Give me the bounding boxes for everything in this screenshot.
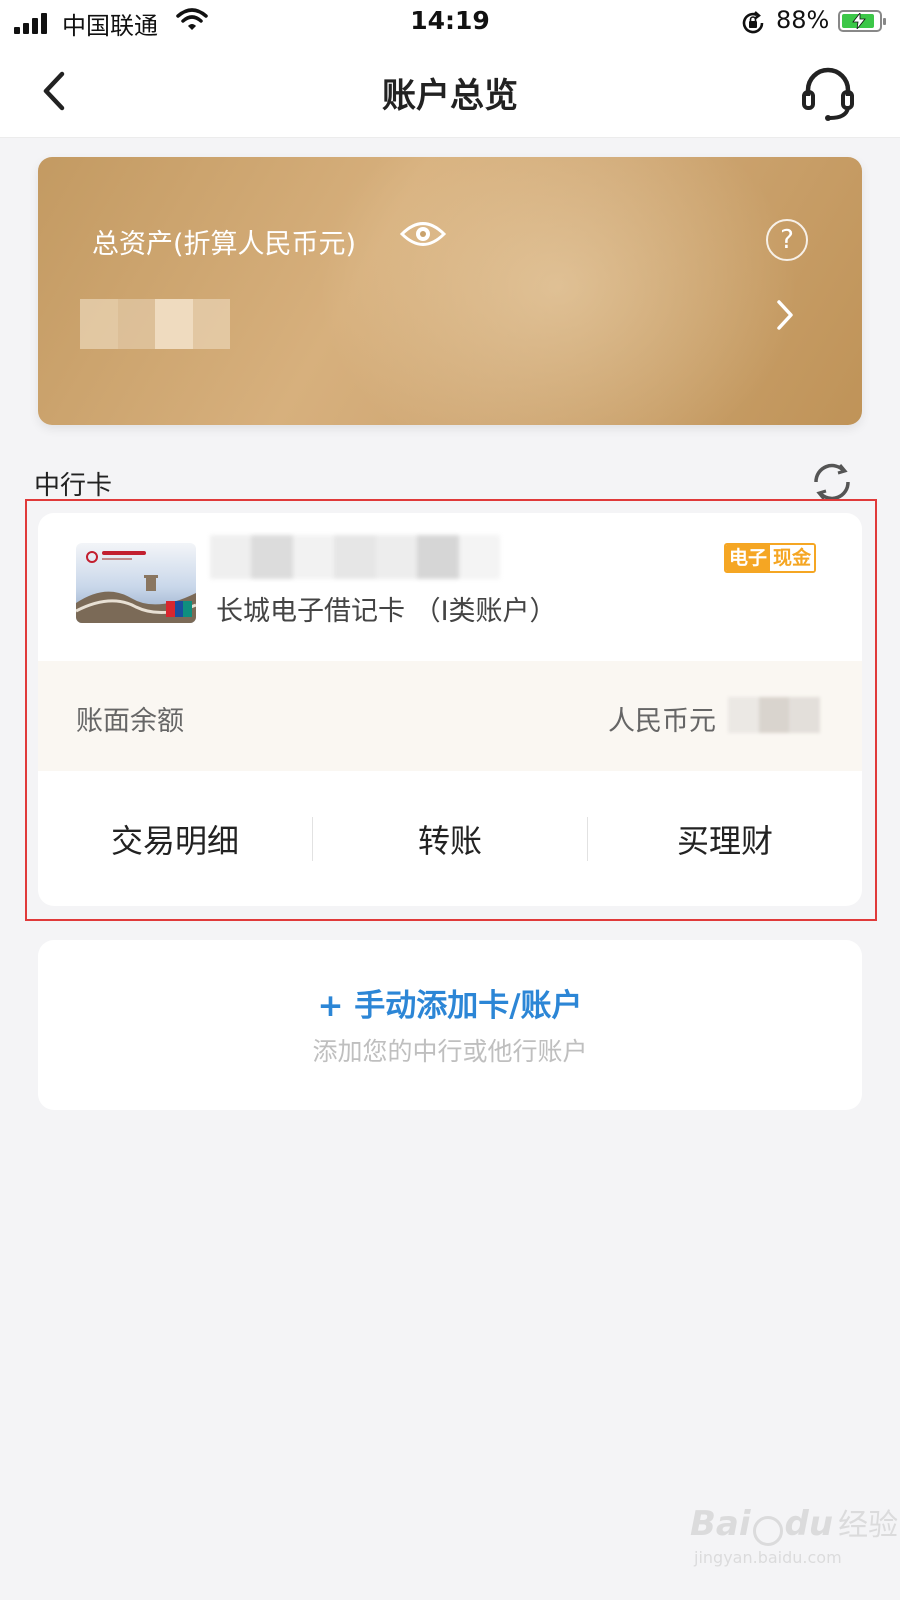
battery-percent: 88%: [776, 6, 830, 34]
account-overview-screen: 中国联通 14:19 88% 账户总览 总资产(折算人民币元) ? 中行卡 长城…: [0, 0, 900, 1600]
rotation-lock-icon: [742, 11, 764, 34]
question-icon[interactable]: ?: [766, 219, 808, 261]
total-assets-label: 总资产(折算人民币元): [92, 229, 357, 260]
paw-icon: [752, 1515, 783, 1546]
total-assets-card[interactable]: 总资产(折算人民币元) ?: [38, 157, 862, 425]
charging-bolt-icon: [852, 13, 866, 29]
eye-icon[interactable]: [400, 219, 446, 249]
refresh-icon[interactable]: [810, 460, 854, 504]
page-title: 账户总览: [382, 76, 518, 116]
total-assets-amount-masked: [80, 299, 230, 349]
section-title-boc-cards: 中行卡: [34, 471, 113, 501]
add-account-button[interactable]: + 手动添加卡/账户 添加您的中行或他行账户: [38, 940, 862, 1110]
nav-header: 账户总览: [0, 46, 900, 138]
headset-icon[interactable]: [798, 64, 858, 124]
baidu-jingyan-watermark: Bai du 经验 jingyan.baidu.com: [690, 1504, 899, 1567]
status-bar: 中国联通 14:19 88%: [0, 0, 900, 46]
battery-icon: [838, 10, 886, 32]
chevron-right-icon[interactable]: [776, 299, 794, 331]
highlight-frame: [25, 499, 877, 921]
add-account-title: + 手动添加卡/账户: [317, 988, 583, 1024]
add-account-subtitle: 添加您的中行或他行账户: [312, 1037, 588, 1066]
